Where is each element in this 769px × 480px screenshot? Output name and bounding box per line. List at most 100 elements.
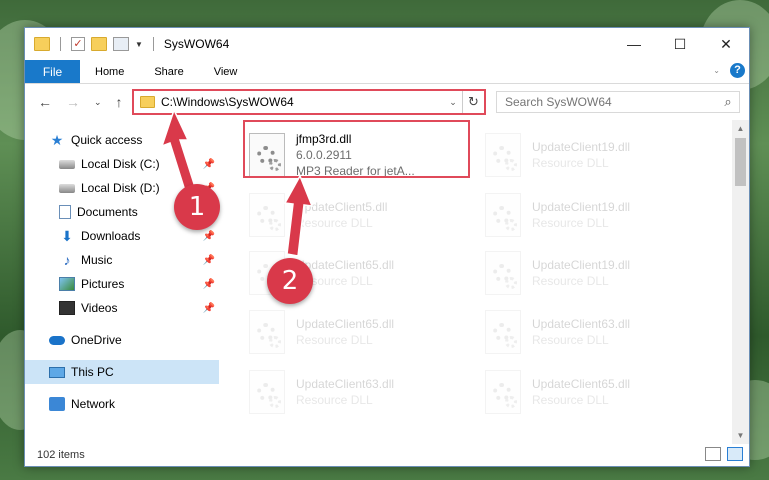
file-item[interactable]: UpdateClient19.dll Resource DLL — [485, 126, 713, 184]
file-type: Resource DLL — [532, 393, 609, 407]
file-name: UpdateClient63.dll — [296, 377, 395, 391]
dll-file-icon — [485, 251, 521, 295]
tab-view[interactable]: View — [199, 60, 253, 83]
expand-ribbon-icon[interactable]: ⌄ — [713, 66, 720, 75]
vertical-scrollbar[interactable]: ▲ ▼ — [732, 120, 749, 444]
quick-access-toolbar: ✓ ▼ — [25, 37, 158, 51]
folder-icon — [140, 96, 155, 108]
ribbon-right-controls: ⌄ ? — [713, 63, 745, 78]
nav-onedrive[interactable]: OneDrive — [25, 328, 219, 352]
file-item[interactable]: UpdateClient63.dll Resource DLL — [249, 363, 477, 421]
search-box[interactable]: ⌕ — [496, 91, 740, 113]
pin-icon[interactable]: 📌 — [203, 231, 215, 242]
nav-label: Network — [71, 397, 116, 411]
chevron-down-icon[interactable]: ▼ — [135, 40, 143, 49]
tab-file[interactable]: File — [25, 60, 80, 83]
file-type: Resource DLL — [532, 156, 609, 170]
callout-badge-1: 1 — [174, 184, 220, 230]
recent-locations-icon[interactable]: ⌄ — [94, 97, 102, 108]
file-highlight-box — [243, 120, 470, 178]
item-count: 102 items — [37, 449, 85, 461]
customize-icon[interactable] — [113, 37, 129, 51]
toolbar-separator — [60, 37, 61, 51]
file-name: UpdateClient19.dll — [532, 200, 631, 214]
back-arrow-icon[interactable]: ← — [38, 94, 52, 110]
nav-label: This PC — [71, 365, 114, 379]
dll-file-icon — [485, 370, 521, 414]
nav-label: OneDrive — [71, 333, 122, 347]
toolbar-separator — [152, 37, 154, 51]
view-buttons — [705, 447, 743, 461]
scrollbar-thumb[interactable] — [735, 138, 746, 186]
close-button[interactable]: ✕ — [703, 28, 749, 60]
file-item[interactable]: UpdateClient65.dll Resource DLL — [485, 363, 713, 421]
file-item[interactable]: UpdateClient63.dll Resource DLL — [485, 303, 713, 361]
navigation-buttons: ← → ⌄ ↑ — [25, 94, 123, 110]
file-name: UpdateClient65.dll — [532, 377, 631, 391]
pin-icon[interactable]: 📌 — [203, 159, 215, 170]
nav-item-local-disk-c[interactable]: Local Disk (C:) 📌 — [25, 152, 219, 176]
pictures-icon — [59, 277, 75, 291]
dll-file-icon — [485, 310, 521, 354]
tab-home[interactable]: Home — [80, 60, 139, 83]
help-icon[interactable]: ? — [730, 63, 745, 78]
nav-label: Local Disk (C:) — [81, 157, 160, 171]
file-name: UpdateClient19.dll — [532, 258, 631, 272]
scroll-down-icon[interactable]: ▼ — [732, 427, 749, 444]
file-type: Resource DLL — [532, 216, 609, 230]
title-bar: ✓ ▼ SysWOW64 — ☐ ✕ — [25, 28, 749, 60]
window-controls: — ☐ ✕ — [611, 28, 749, 60]
music-icon: ♪ — [63, 252, 71, 268]
computer-icon — [49, 366, 65, 378]
file-name: UpdateClient63.dll — [532, 317, 631, 331]
nav-item-pictures[interactable]: Pictures 📌 — [25, 272, 219, 296]
maximize-button[interactable]: ☐ — [657, 28, 703, 60]
file-item[interactable]: UpdateClient19.dll Resource DLL — [485, 244, 713, 302]
tiles-view-icon[interactable] — [727, 447, 743, 461]
address-bar[interactable]: C:\Windows\SysWOW64 ⌄ ↻ — [132, 89, 486, 115]
details-view-icon[interactable] — [705, 447, 721, 461]
nav-label: Pictures — [81, 277, 125, 291]
file-type: Resource DLL — [296, 216, 373, 230]
file-type: Resource DLL — [296, 333, 373, 347]
file-explorer-window: ✓ ▼ SysWOW64 — ☐ ✕ File Home Share View … — [24, 27, 750, 467]
new-folder-icon[interactable] — [91, 37, 107, 51]
nav-label: Music — [81, 253, 113, 267]
videos-icon — [59, 301, 75, 315]
folder-icon[interactable] — [34, 37, 50, 51]
file-item[interactable]: UpdateClient5.dll Resource DLL — [249, 186, 477, 244]
tab-share[interactable]: Share — [139, 60, 198, 83]
dll-file-icon — [485, 133, 521, 177]
window-title: SysWOW64 — [163, 37, 230, 51]
search-input[interactable] — [505, 95, 717, 109]
pin-icon[interactable]: 📌 — [203, 279, 215, 290]
address-path[interactable]: C:\Windows\SysWOW64 — [161, 95, 444, 109]
nav-network[interactable]: Network — [25, 392, 219, 416]
nav-label: Quick access — [71, 133, 143, 147]
star-icon: ★ — [50, 132, 64, 148]
pin-icon[interactable]: 📌 — [203, 303, 215, 314]
disk-icon — [59, 183, 75, 193]
pin-icon[interactable]: 📌 — [203, 255, 215, 266]
up-arrow-icon[interactable]: ↑ — [116, 94, 123, 110]
explorer-body: ★ Quick access Local Disk (C:) 📌 Local D… — [25, 120, 749, 444]
dll-file-icon — [485, 193, 521, 237]
chevron-down-icon[interactable]: ⌄ — [444, 97, 462, 108]
file-item[interactable]: UpdateClient65.dll Resource DLL — [249, 303, 477, 361]
dll-file-icon — [249, 310, 285, 354]
scroll-up-icon[interactable]: ▲ — [732, 120, 749, 137]
minimize-button[interactable]: — — [611, 28, 657, 60]
file-item[interactable]: UpdateClient19.dll Resource DLL — [485, 186, 713, 244]
downloads-icon: ⬇ — [61, 228, 73, 244]
nav-this-pc[interactable]: This PC — [25, 360, 219, 384]
file-name: UpdateClient65.dll — [296, 317, 395, 331]
nav-label: Local Disk (D:) — [81, 181, 160, 195]
navigation-pane: ★ Quick access Local Disk (C:) 📌 Local D… — [25, 120, 219, 444]
properties-check-icon[interactable]: ✓ — [71, 37, 85, 51]
nav-item-videos[interactable]: Videos 📌 — [25, 296, 219, 320]
nav-item-music[interactable]: ♪ Music 📌 — [25, 248, 219, 272]
refresh-icon[interactable]: ↻ — [462, 91, 484, 113]
nav-quick-access[interactable]: ★ Quick access — [25, 128, 219, 152]
search-icon[interactable]: ⌕ — [717, 94, 739, 110]
forward-arrow-icon[interactable]: → — [66, 94, 80, 110]
